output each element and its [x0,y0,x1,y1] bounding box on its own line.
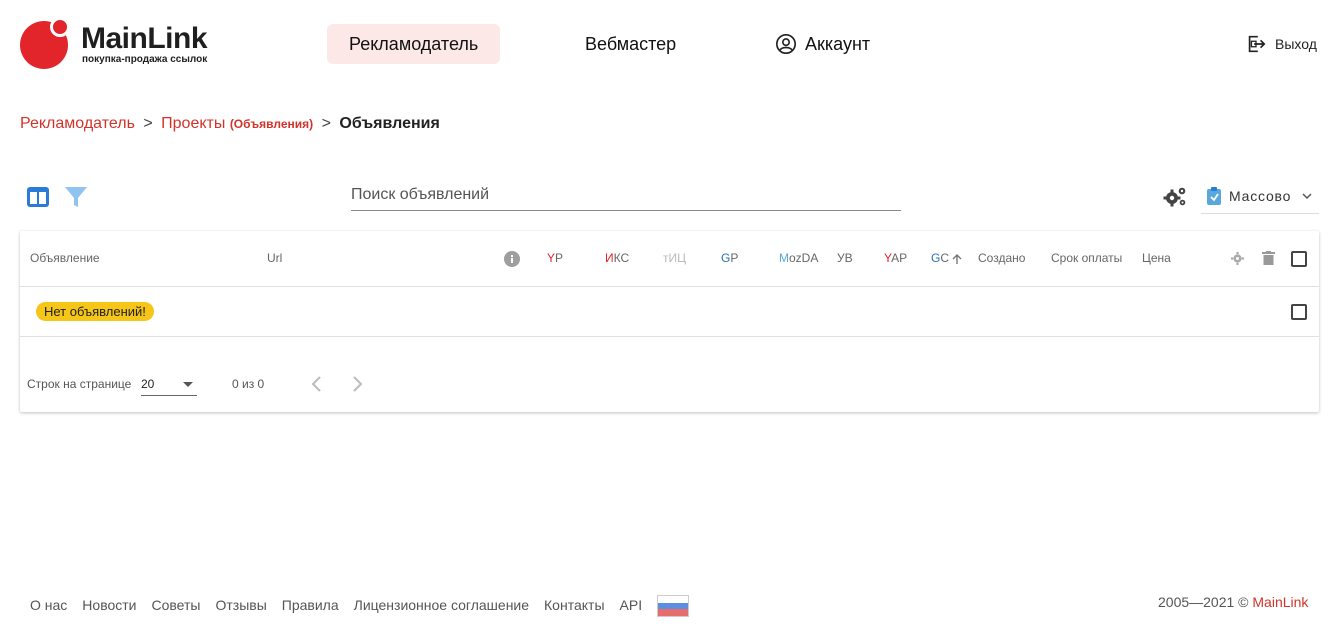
flag-stripe-red [658,609,688,616]
col-gp-rest: P [730,251,739,265]
footer-link-rules[interactable]: Правила [282,597,339,613]
breadcrumb-advertiser[interactable]: Рекламодатель [20,115,135,132]
info-icon[interactable] [504,251,520,267]
copyright-brand-link[interactable]: MainLink [1252,594,1308,610]
col-tic[interactable]: тИЦ [663,251,686,265]
bulk-actions-dropdown[interactable]: Массово [1201,178,1319,214]
logo-text: MainLink [81,22,208,55]
col-created[interactable]: Создано [978,251,1025,265]
next-page-icon[interactable] [349,375,365,393]
footer-link-license[interactable]: Лицензионное соглашение [354,597,529,613]
col-iks[interactable]: ИКС [605,251,629,265]
col-yap[interactable]: YAP [884,251,907,265]
nav-account-label: Аккаунт [805,34,871,54]
account-circle-icon [776,34,796,54]
col-yr-accent: Y [547,251,556,265]
col-mozda[interactable]: MozDA [779,251,818,265]
dropdown-arrow-icon [183,382,193,387]
col-iks-rest: КС [613,251,630,265]
empty-state-badge: Нет объявлений! [36,302,154,321]
trash-icon[interactable] [1262,251,1275,265]
footer-link-tips[interactable]: Советы [152,597,201,613]
copyright: 2005—2021 © MainLink [1158,594,1308,610]
col-price[interactable]: Цена [1142,251,1171,265]
search-input[interactable] [351,180,901,211]
col-gc[interactable]: GC [931,251,963,265]
breadcrumb-current: Объявления [339,115,440,132]
bulk-actions-label: Массово [1229,187,1292,204]
col-yap-rest: AP [891,251,908,265]
rows-per-page-value: 20 [141,377,155,391]
table-row: Нет объявлений! [20,287,1319,337]
breadcrumb-separator: > [143,115,153,132]
table-header: Объявление Url YP ИКС тИЦ GP MozDA УВ YA… [20,231,1319,287]
nav-advertiser[interactable]: Рекламодатель [327,24,501,64]
select-all-checkbox[interactable] [1291,251,1307,267]
row-checkbox[interactable] [1291,304,1307,320]
col-ad[interactable]: Объявление [30,251,100,265]
footer-link-about[interactable]: О нас [30,597,67,613]
logout-icon [1248,35,1266,53]
nav-account[interactable]: Аккаунт [775,24,892,64]
footer-link-reviews[interactable]: Отзывы [215,597,266,613]
flag-stripe-blue [658,602,688,610]
logout-button[interactable]: Выход [1245,33,1317,55]
col-yr-rest: P [555,251,564,265]
chevron-down-icon [1302,192,1312,199]
breadcrumb: Рекламодатель > Проекты (Объявления) > О… [20,115,440,133]
sort-ascending-icon [952,253,962,264]
breadcrumb-projects-sub[interactable]: (Объявления) [230,117,313,131]
copyright-text: 2005—2021 © [1158,594,1249,610]
rows-per-page-select[interactable]: 20 [141,373,197,396]
page-count: 0 из 0 [232,377,265,391]
breadcrumb-projects[interactable]: Проекты [161,115,225,132]
logo-dot-icon [50,17,70,37]
columns-view-icon[interactable] [27,187,49,207]
logo-tagline: покупка-продажа ссылок [82,54,208,65]
clipboard-icon [1207,186,1221,205]
nav-webmaster[interactable]: Вебмастер [563,24,698,64]
col-gc-accent: G [931,251,941,265]
prev-page-icon[interactable] [309,375,325,393]
pagination: Строк на странице 20 0 из 0 [20,337,1319,412]
filter-icon[interactable] [64,185,88,209]
col-iks-accent: И [605,251,614,265]
col-mozda-rest: ozDA [789,251,819,265]
col-term[interactable]: Срок оплаты [1051,251,1122,265]
breadcrumb-separator: > [321,115,331,132]
col-gp[interactable]: GP [721,251,738,265]
logout-label: Выход [1275,36,1317,52]
col-mozda-accent: M [779,251,789,265]
header: MainLink покупка-продажа ссылок Рекламод… [0,0,1339,90]
logo[interactable]: MainLink покупка-продажа ссылок [20,17,220,70]
col-yr[interactable]: YP [547,251,563,265]
col-uv[interactable]: УВ [837,251,853,265]
footer-link-api[interactable]: API [620,597,643,613]
settings-gears-icon[interactable] [1163,186,1187,208]
ads-table: Объявление Url YP ИКС тИЦ GP MozDA УВ YA… [20,231,1319,412]
footer-links: О нас Новости Советы Отзывы Правила Лице… [30,597,657,613]
col-url[interactable]: Url [267,251,282,265]
settings-gear-icon[interactable] [1231,252,1244,265]
language-flag-ru-icon[interactable] [657,595,689,617]
flag-stripe-white [658,596,688,603]
col-gc-rest: C [940,251,950,265]
footer-link-contacts[interactable]: Контакты [544,597,604,613]
col-gp-accent: G [721,251,731,265]
rows-per-page-label: Строк на странице [27,377,132,391]
footer-link-news[interactable]: Новости [82,597,136,613]
